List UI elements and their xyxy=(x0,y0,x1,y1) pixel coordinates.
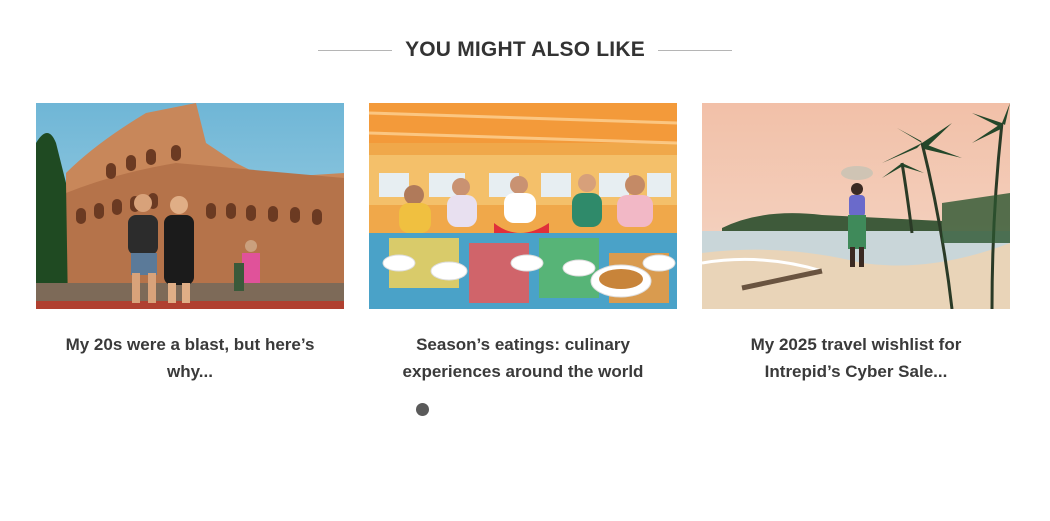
article-card[interactable]: Season’s eatings: culinary experiences a… xyxy=(369,103,677,385)
boat-feast-photo xyxy=(369,103,677,309)
article-title[interactable]: Season’s eatings: culinary experiences a… xyxy=(369,331,677,385)
heading-divider-left xyxy=(318,49,393,51)
article-title[interactable]: My 20s were a blast, but here’s why... xyxy=(36,331,344,385)
article-card[interactable]: My 2025 travel wishlist for Intrepid’s C… xyxy=(702,103,1010,385)
article-card[interactable]: My 20s were a blast, but here’s why... xyxy=(36,103,344,385)
section-header: YOU MIGHT ALSO LIKE xyxy=(0,34,1050,66)
article-title[interactable]: My 2025 travel wishlist for Intrepid’s C… xyxy=(702,331,1010,385)
carousel-pagination xyxy=(416,403,429,416)
beach-palms-photo xyxy=(702,103,1010,309)
article-image-beach[interactable] xyxy=(702,103,1010,309)
article-image-colosseum[interactable] xyxy=(36,103,344,309)
section-heading: YOU MIGHT ALSO LIKE xyxy=(405,38,645,61)
pagination-dot-active[interactable] xyxy=(416,403,429,416)
heading-divider-right xyxy=(657,49,732,51)
article-image-feast[interactable] xyxy=(369,103,677,309)
colosseum-photo xyxy=(36,103,344,309)
